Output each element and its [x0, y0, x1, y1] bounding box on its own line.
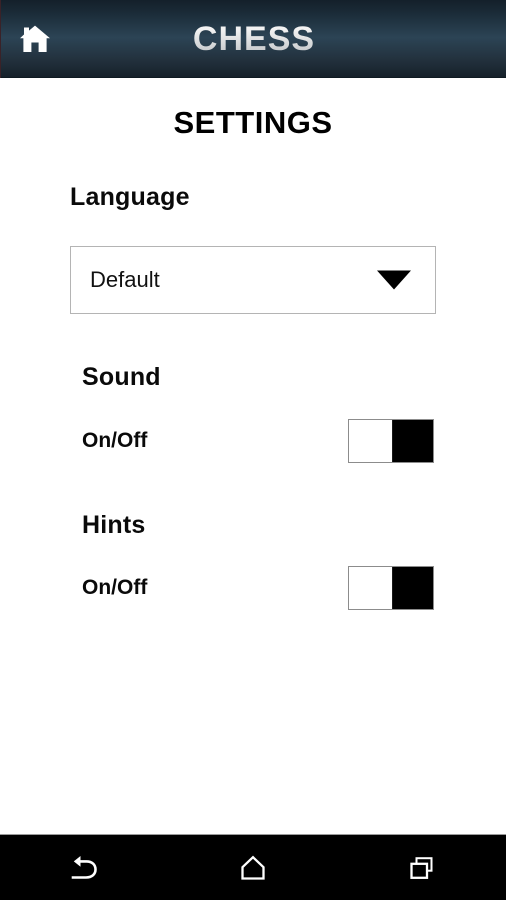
- nav-recents-button[interactable]: [337, 835, 506, 900]
- sound-section-heading: Sound: [82, 363, 161, 391]
- sound-toggle[interactable]: [348, 419, 434, 463]
- sound-toggle-thumb: [349, 420, 393, 462]
- app-header: CHESS: [0, 0, 506, 78]
- hints-toggle-track: [393, 567, 433, 609]
- sound-setting-row: On/Off: [82, 418, 434, 464]
- language-select[interactable]: Default: [70, 246, 436, 314]
- android-nav-bar: [0, 834, 506, 900]
- sound-toggle-track: [393, 420, 433, 462]
- hints-toggle-thumb: [349, 567, 393, 609]
- hints-toggle[interactable]: [348, 566, 434, 610]
- hints-section-heading: Hints: [82, 511, 146, 539]
- hints-setting-row: On/Off: [82, 565, 434, 611]
- page-title: SETTINGS: [173, 105, 333, 140]
- recents-icon: [407, 853, 437, 883]
- app-screen: CHESS SETTINGS Language Default Sound On…: [0, 0, 506, 900]
- sound-toggle-label: On/Off: [82, 429, 148, 452]
- nav-back-button[interactable]: [0, 835, 169, 900]
- back-icon: [67, 853, 101, 883]
- nav-home-button[interactable]: [169, 835, 338, 900]
- chevron-down-icon: [377, 270, 411, 290]
- home-icon: [238, 853, 268, 883]
- app-title: CHESS: [1, 0, 506, 78]
- language-section-heading: Language: [70, 183, 190, 211]
- language-select-value: Default: [90, 267, 160, 292]
- hints-toggle-label: On/Off: [82, 576, 148, 599]
